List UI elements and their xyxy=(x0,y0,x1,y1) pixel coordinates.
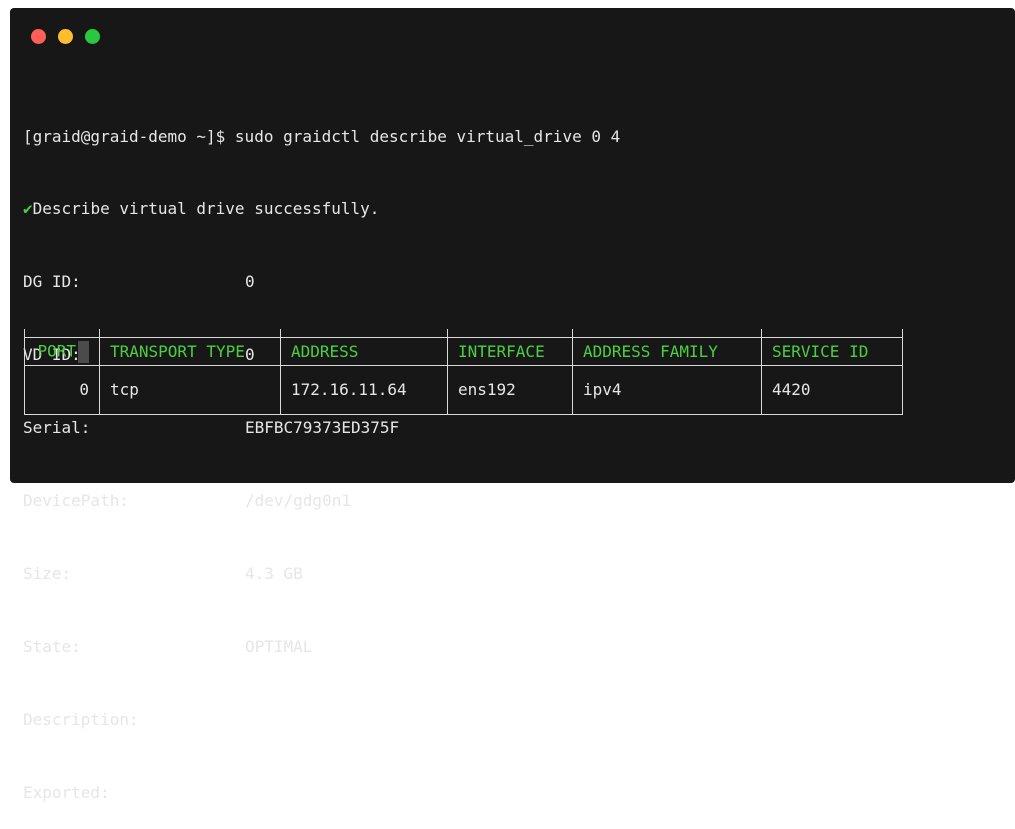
field-description: Description: xyxy=(23,708,620,732)
field-key: Description: xyxy=(23,709,139,729)
table-border-bottom xyxy=(24,404,903,415)
field-serial: Serial: EBFBC79373ED375F xyxy=(23,416,620,440)
field-size: Size: 4.3 GB xyxy=(23,562,620,586)
minimize-window-button[interactable] xyxy=(58,29,73,44)
cell-transport-type: tcp xyxy=(99,375,281,404)
column-header-interface: INTERFACE xyxy=(447,337,573,366)
success-message: Describe virtual drive successfully. xyxy=(32,199,380,219)
column-header-address-family: ADDRESS FAMILY xyxy=(572,337,762,366)
field-key: DG ID: xyxy=(23,272,81,292)
column-header-transport-type: TRANSPORT TYPE xyxy=(99,337,281,366)
field-exported: Exported: xyxy=(23,781,620,805)
field-key: Serial: xyxy=(23,418,91,438)
cell-address-family: ipv4 xyxy=(572,375,762,404)
cell-service-id: 4420 xyxy=(761,375,903,404)
field-value: EBFBC79373ED375F xyxy=(245,418,400,438)
exported-table: PORT TRANSPORT TYPE ADDRESS INTERFACE AD… xyxy=(24,329,903,415)
field-key: State: xyxy=(23,636,81,656)
terminal-cursor xyxy=(78,340,89,363)
terminal-output: [graid@graid-demo ~]$ sudo graidctl desc… xyxy=(23,76,620,829)
table-header-row: PORT TRANSPORT TYPE ADDRESS INTERFACE AD… xyxy=(24,337,903,366)
close-window-button[interactable] xyxy=(31,29,46,44)
command-line: [graid@graid-demo ~]$ sudo graidctl desc… xyxy=(23,126,621,146)
field-key: Size: xyxy=(23,563,72,583)
column-header-address: ADDRESS xyxy=(280,337,448,366)
field-device-path: DevicePath: /dev/gdg0n1 xyxy=(23,489,620,513)
field-value: 0 xyxy=(245,272,255,292)
field-key: DevicePath: xyxy=(23,491,129,511)
column-header-service-id: SERVICE ID xyxy=(761,337,903,366)
exported-table-wrap: PORT TRANSPORT TYPE ADDRESS INTERFACE AD… xyxy=(24,329,903,415)
window-titlebar xyxy=(10,8,1015,68)
field-value: /dev/gdg0n1 xyxy=(245,491,351,511)
cell-port: 0 xyxy=(24,375,100,404)
zoom-window-button[interactable] xyxy=(85,29,100,44)
field-value: 4.3 GB xyxy=(245,563,303,583)
check-icon: ✔ xyxy=(23,199,33,219)
table-row: 0 tcp 172.16.11.64 ens192 ipv4 4420 xyxy=(24,375,903,404)
table-header-separator xyxy=(24,365,903,375)
table-border-top xyxy=(24,329,903,338)
field-value: OPTIMAL xyxy=(245,636,313,656)
cell-address: 172.16.11.64 xyxy=(280,375,448,404)
cell-interface: ens192 xyxy=(447,375,573,404)
field-key: Exported: xyxy=(23,782,110,802)
field-state: State: OPTIMAL xyxy=(23,635,620,659)
field-dg-id: DG ID: 0 xyxy=(23,270,620,294)
column-header-port: PORT xyxy=(24,337,100,366)
success-line: ✔Describe virtual drive successfully. xyxy=(23,197,620,221)
